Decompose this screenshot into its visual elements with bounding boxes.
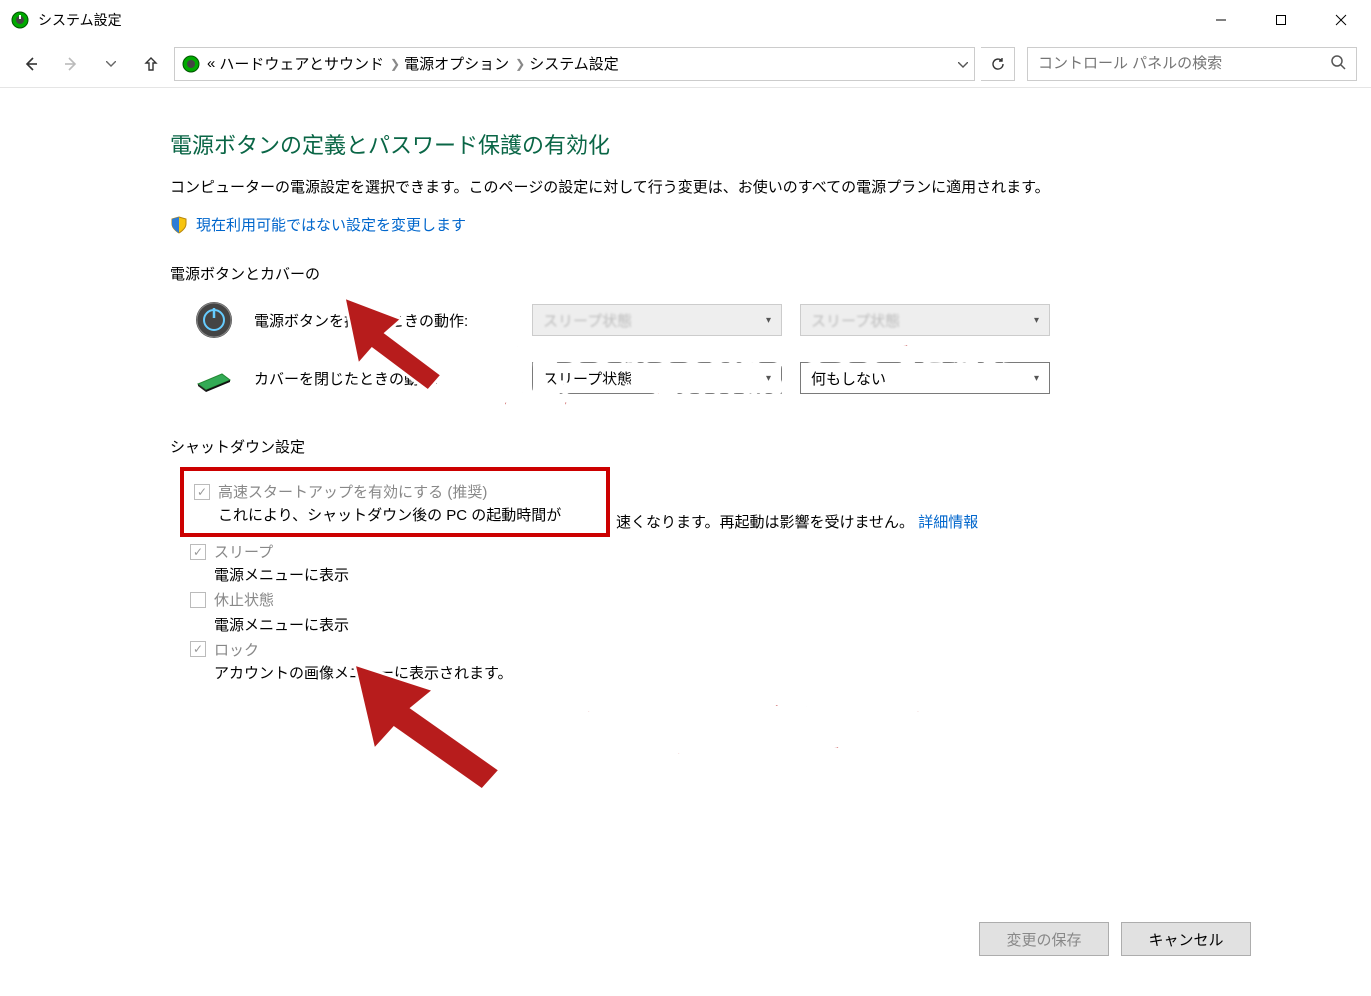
- chevron-down-icon: ▾: [1034, 373, 1039, 384]
- power-button-battery-dropdown[interactable]: スリープ状態▾: [532, 304, 782, 336]
- admin-settings-link[interactable]: 現在利用可能ではない設定を変更します: [170, 214, 1371, 235]
- chevron-right-icon: ❯: [515, 57, 525, 71]
- hibernate-checkbox-row: 休止状態 電源メニューに表示: [190, 589, 1371, 635]
- refresh-button[interactable]: [981, 47, 1015, 81]
- checkbox-icon: [190, 641, 206, 657]
- chevron-down-icon: ▾: [766, 315, 771, 326]
- minimize-button[interactable]: [1191, 0, 1251, 40]
- footer-buttons: 変更の保存 キャンセル: [979, 922, 1251, 956]
- maximize-button[interactable]: [1251, 0, 1311, 40]
- app-icon: [10, 10, 30, 30]
- address-dropdown[interactable]: [958, 55, 968, 72]
- annotation-text-top: 下記チェックボックスがクリックできない場合は先にここをクリック。: [440, 335, 1009, 419]
- fast-startup-sub: これにより、シャットダウン後の PC の起動時間が: [218, 504, 596, 525]
- close-button[interactable]: [1311, 0, 1371, 40]
- checkbox-icon: [190, 592, 206, 608]
- address-bar[interactable]: « ハードウェアとサウンド❯ 電源オプション❯ システム設定: [174, 47, 975, 81]
- chevron-right-icon: ❯: [390, 57, 400, 71]
- power-icon: [192, 298, 236, 342]
- chevron-down-icon: ▾: [1034, 315, 1039, 326]
- hibernate-checkbox[interactable]: 休止状態: [190, 589, 274, 610]
- shield-icon: [170, 216, 188, 234]
- lock-checkbox[interactable]: ロック: [190, 639, 259, 660]
- fast-startup-checkbox[interactable]: 高速スタートアップを有効にする (推奨): [194, 481, 487, 502]
- breadcrumb-item[interactable]: 電源オプション❯: [404, 53, 525, 74]
- checkbox-icon: [194, 484, 210, 500]
- page-description: コンピューターの電源設定を選択できます。このページの設定に対して行う変更は、お使…: [170, 176, 1130, 200]
- sleep-checkbox[interactable]: スリープ: [190, 541, 273, 562]
- fast-startup-sub-overflow: 速くなります。再起動は影響を受けません。 詳細情報: [616, 511, 978, 532]
- cancel-button[interactable]: キャンセル: [1121, 922, 1251, 956]
- hibernate-sub: 電源メニューに表示: [214, 614, 1371, 635]
- laptop-icon: [192, 356, 236, 400]
- annotation-arrow-icon: [332, 285, 452, 405]
- search-input[interactable]: [1038, 55, 1330, 72]
- search-box[interactable]: [1027, 47, 1357, 81]
- up-button[interactable]: [134, 47, 168, 81]
- shutdown-settings-label: シャットダウン設定: [170, 436, 1371, 457]
- navigation-bar: « ハードウェアとサウンド❯ 電源オプション❯ システム設定: [0, 40, 1371, 88]
- annotation-highlight-box: 高速スタートアップを有効にする (推奨) これにより、シャットダウン後の PC …: [180, 467, 610, 537]
- back-button[interactable]: [14, 47, 48, 81]
- section-power-buttons: 電源ボタンとカバーの: [170, 263, 1371, 284]
- title-bar: システム設定: [0, 0, 1371, 40]
- fast-startup-more-link[interactable]: 詳細情報: [918, 514, 978, 531]
- forward-button[interactable]: [54, 47, 88, 81]
- annotation-text-bottom: ココをクリックしてチェックを外し、変更の保存をクリックで完了: [520, 695, 1029, 779]
- breadcrumb-item[interactable]: ハードウェアとサウンド❯: [219, 53, 400, 74]
- address-icon: [181, 54, 201, 74]
- breadcrumb-item[interactable]: システム設定: [529, 53, 619, 74]
- sleep-checkbox-row: スリープ 電源メニューに表示: [190, 541, 1371, 585]
- sleep-sub: 電源メニューに表示: [214, 564, 1371, 585]
- search-icon: [1330, 54, 1346, 74]
- checkbox-icon: [190, 544, 206, 560]
- breadcrumb-prefix: «: [207, 55, 215, 72]
- recent-dropdown[interactable]: [94, 47, 128, 81]
- page-heading: 電源ボタンの定義とパスワード保護の有効化: [170, 128, 1371, 160]
- annotation-arrow-icon: [340, 650, 510, 820]
- power-button-plugged-dropdown[interactable]: スリープ状態▾: [800, 304, 1050, 336]
- window-controls: [1191, 0, 1371, 40]
- save-button[interactable]: 変更の保存: [979, 922, 1109, 956]
- admin-link-text: 現在利用可能ではない設定を変更します: [196, 214, 466, 235]
- window-title: システム設定: [38, 10, 122, 30]
